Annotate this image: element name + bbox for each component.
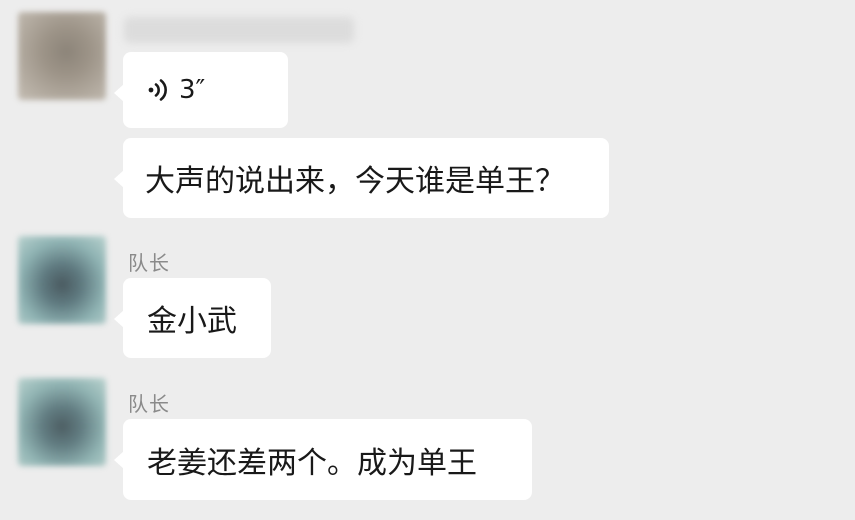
message-text: 金小武 (147, 304, 237, 339)
avatar[interactable] (18, 12, 106, 100)
message-bubble[interactable]: 老姜还差两个。成为单王 (114, 419, 532, 500)
sender-name: 队长 (128, 251, 170, 275)
sender-name-blurred (124, 17, 354, 43)
message-bubble[interactable]: 大声的说出来，今天谁是单王？ (114, 138, 609, 218)
voice-message-bubble[interactable]: 3″ (114, 52, 288, 128)
voice-wave-icon (145, 76, 173, 104)
avatar[interactable] (18, 378, 106, 466)
chat-window: 3″ 大声的说出来，今天谁是单王？ 队长 金小武 队长 老姜还差两个。成为单王 (0, 0, 855, 520)
message-text: 大声的说出来，今天谁是单王？ (145, 164, 565, 199)
message-bubble[interactable]: 金小武 (114, 278, 271, 358)
sender-name: 队长 (128, 392, 170, 416)
message-text: 老姜还差两个。成为单王 (147, 445, 477, 481)
voice-duration: 3″ (179, 75, 206, 105)
avatar[interactable] (18, 236, 106, 324)
